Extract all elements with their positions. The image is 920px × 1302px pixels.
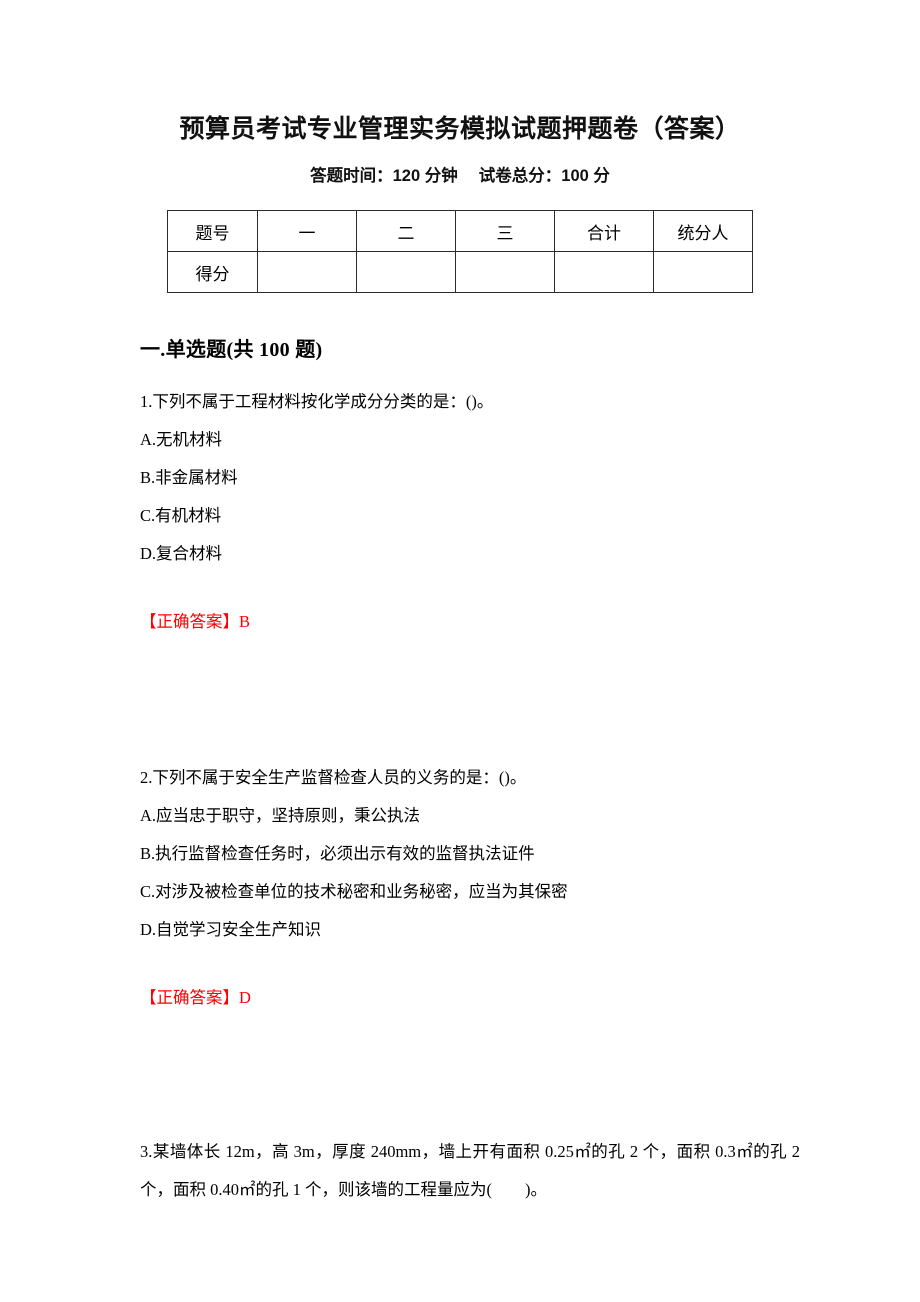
question-stem: 3.某墙体长 12m，高 3m，厚度 240mm，墙上开有面积 0.25㎡的孔 … [140, 1142, 800, 1199]
table-row: 得分 [167, 251, 753, 293]
question-stem: 1.下列不属于工程材料按化学成分分类的是：()。 [140, 392, 494, 411]
table-row: 题号 一 二 三 合计 统分人 [167, 210, 753, 252]
question-option[interactable]: D.复合材料 [140, 535, 800, 573]
question-stem: 2.下列不属于安全生产监督检查人员的义务的是：()。 [140, 768, 527, 787]
table-header-cell: 三 [455, 210, 555, 252]
question-block: 2.下列不属于安全生产监督检查人员的义务的是：()。 A.应当忠于职守，坚持原则… [140, 751, 800, 1125]
correct-answer-value: B [239, 612, 251, 631]
table-header-cell: 二 [356, 210, 456, 252]
question-option[interactable]: C.有机材料 [140, 497, 800, 535]
correct-answer-label: 【正确答案】 [140, 988, 239, 1007]
question-option[interactable]: B.执行监督检查任务时，必须出示有效的监督执法证件 [140, 835, 800, 873]
question-block: 3.某墙体长 12m，高 3m，厚度 240mm，墙上开有面积 0.25㎡的孔 … [140, 1125, 800, 1209]
question-option[interactable]: B.非金属材料 [140, 459, 800, 497]
correct-answer-value: D [239, 988, 251, 1007]
question-option[interactable]: D.自觉学习安全生产知识 [140, 911, 800, 949]
table-row-label: 得分 [167, 251, 258, 293]
exam-body: 一.单选题(共 100 题) 1.下列不属于工程材料按化学成分分类的是：()。 … [0, 293, 920, 1209]
table-header-cell: 统分人 [653, 210, 753, 252]
score-table: 题号 一 二 三 合计 统分人 得分 [167, 210, 753, 293]
table-header-cell: 题号 [167, 210, 258, 252]
table-header-cell: 一 [257, 210, 357, 252]
section-heading-single-choice: 一.单选题(共 100 题) [140, 339, 323, 361]
question-option[interactable]: C.对涉及被检查单位的技术秘密和业务秘密，应当为其保密 [140, 873, 800, 911]
correct-answer-label: 【正确答案】 [140, 612, 239, 631]
question-block: 1.下列不属于工程材料按化学成分分类的是：()。 A.无机材料 B.非金属材料 … [140, 375, 800, 751]
exam-meta-subtitle: 答题时间：120 分钟 试卷总分：100 分 [310, 167, 610, 185]
question-option[interactable]: A.无机材料 [140, 421, 800, 459]
score-table-container: 题号 一 二 三 合计 统分人 得分 [0, 210, 920, 293]
correct-answer: 【正确答案】D [140, 949, 800, 1017]
score-cell[interactable] [455, 251, 555, 293]
question-option[interactable]: A.应当忠于职守，坚持原则，秉公执法 [140, 797, 800, 835]
score-cell[interactable] [554, 251, 654, 293]
score-cell[interactable] [653, 251, 753, 293]
correct-answer: 【正确答案】B [140, 573, 800, 641]
score-cell[interactable] [356, 251, 456, 293]
score-cell[interactable] [257, 251, 357, 293]
table-header-cell: 合计 [554, 210, 654, 252]
page-title: 预算员考试专业管理实务模拟试题押题卷（答案） [179, 115, 741, 143]
exam-paper-page: 预算员考试专业管理实务模拟试题押题卷（答案） 答题时间：120 分钟 试卷总分：… [0, 0, 920, 1302]
